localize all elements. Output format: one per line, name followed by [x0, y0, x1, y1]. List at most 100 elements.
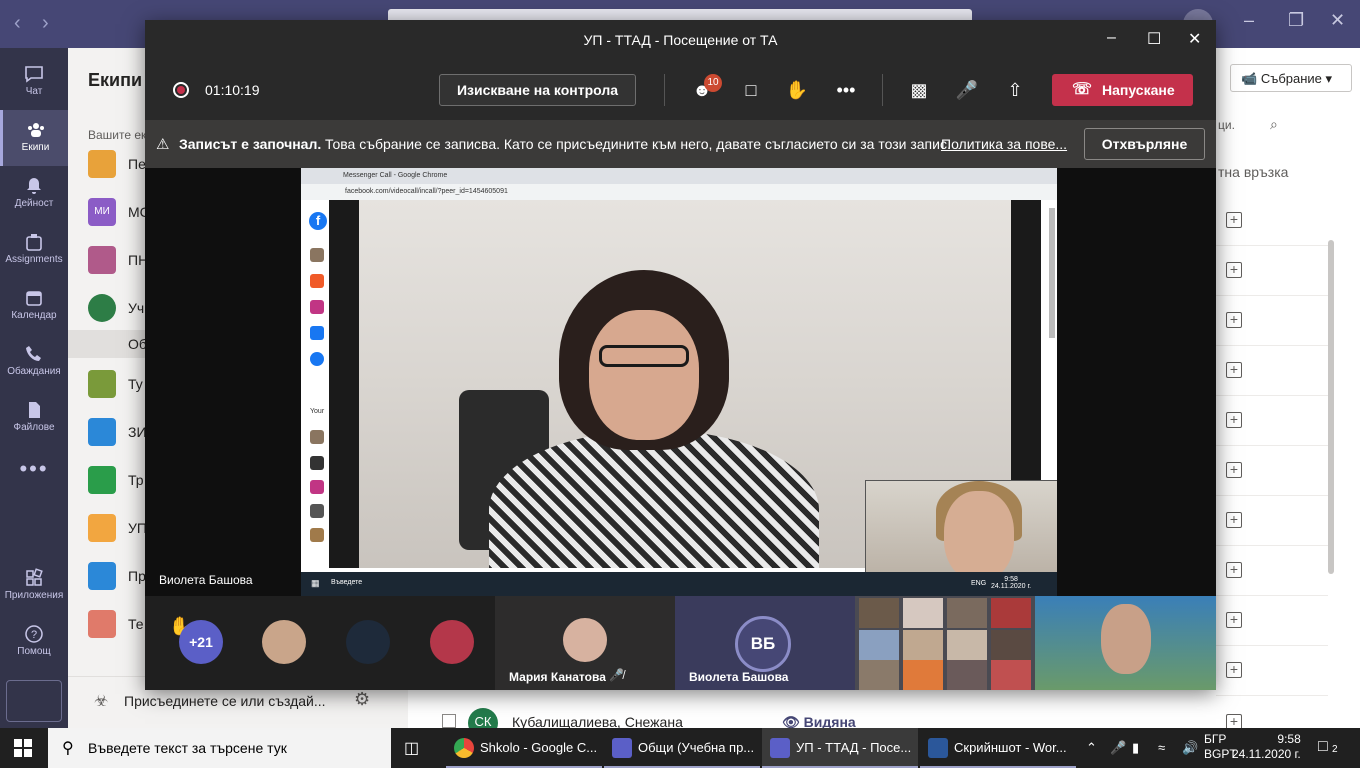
close-icon[interactable]: ✕ [1330, 10, 1345, 31]
add-icon[interactable]: + [1226, 662, 1242, 678]
recording-icon [173, 82, 189, 98]
meet-button[interactable]: 📹 Събрание ▾ [1230, 64, 1352, 92]
close-icon[interactable]: ✕ [1188, 29, 1201, 49]
wifi-icon[interactable]: ≈ [1158, 740, 1165, 755]
add-icon[interactable]: + [1226, 262, 1242, 278]
scrollbar[interactable] [1328, 240, 1334, 574]
add-icon[interactable]: + [1226, 412, 1242, 428]
minimize-icon[interactable]: – [1107, 29, 1116, 47]
meeting-title: УП - ТТАД - Посещение от ТА [583, 32, 778, 48]
maximize-icon[interactable]: ☐ [1147, 29, 1161, 49]
person-glasses [599, 345, 689, 367]
participant-tile[interactable]: ВБ Виолета Башова [675, 596, 855, 690]
banner-title: Записът е започнал. [179, 136, 322, 152]
rail-item-calendar[interactable]: Календар [0, 278, 68, 334]
taskbar-search-input[interactable]: ⚲ Въведете текст за търсене тук [48, 728, 391, 768]
add-icon[interactable]: + [1226, 362, 1242, 378]
rail-item-calls[interactable]: Обаждания [0, 334, 68, 390]
raise-hand-icon[interactable]: ✋ [785, 78, 809, 102]
rail-label: Assignments [5, 254, 63, 265]
groups-icon [310, 352, 324, 366]
participant-avatar[interactable] [346, 620, 390, 664]
mobile-device-icon[interactable] [6, 680, 62, 722]
participant-video-grid[interactable] [855, 596, 1035, 690]
add-icon[interactable]: + [1226, 562, 1242, 578]
rail-item-assignments[interactable]: Assignments [0, 222, 68, 278]
add-icon[interactable]: + [1226, 512, 1242, 528]
more-participants-button[interactable]: +21 [179, 620, 223, 664]
rail-label: Календар [11, 310, 57, 321]
add-icon[interactable]: + [1226, 612, 1242, 628]
microphone-icon[interactable]: 🎤 [955, 78, 979, 102]
chrome-icon [454, 738, 474, 758]
add-icon[interactable]: + [1226, 212, 1242, 228]
share-screen-icon[interactable]: ⇧ [1003, 78, 1027, 102]
taskbar-app-chrome[interactable]: Shkolo - Google C... [446, 728, 602, 768]
leave-label: Напускане [1102, 82, 1175, 98]
decline-button[interactable]: Отхвърляне [1084, 128, 1205, 160]
video-thumbnail [947, 660, 987, 690]
rail-label: Приложения [4, 590, 64, 601]
chevron-up-icon[interactable]: ⌃ [1086, 740, 1097, 756]
battery-icon[interactable]: ▮ [1132, 740, 1139, 756]
notifications-icon[interactable]: □ 2 [1318, 738, 1338, 756]
recording-banner: ⚠ Записът е започнал. Това събрание се з… [145, 120, 1216, 168]
search-hint: ци. [1218, 118, 1235, 132]
row-checkbox[interactable] [442, 714, 456, 728]
hangup-icon: ☏ [1072, 81, 1093, 98]
rail-label: Помощ [17, 646, 51, 657]
taskbar-app-teams-meeting[interactable]: УП - ТТАД - Посе... [762, 728, 918, 768]
meet-button-label: Събрание [1260, 71, 1322, 86]
rail-item-more[interactable]: ••• [0, 448, 68, 504]
add-icon[interactable]: + [1226, 462, 1242, 478]
shared-search-text: Въведете [331, 579, 363, 586]
add-icon[interactable]: + [1226, 312, 1242, 328]
video-thumbnail [991, 630, 1031, 660]
restore-icon[interactable]: ❐ [1288, 10, 1304, 31]
rail-item-teams[interactable]: Екипи [0, 110, 68, 166]
list-item: + [1216, 596, 1328, 646]
join-label: Присъединете се или създай... [124, 693, 326, 709]
back-arrow-icon[interactable]: ‹ [14, 12, 21, 35]
request-control-button[interactable]: Изискване на контрола [439, 74, 636, 106]
rail-item-files[interactable]: Файлове [0, 390, 68, 446]
sidebar-heading: Your [310, 408, 325, 415]
search-placeholder: Въведете текст за търсене тук [88, 740, 287, 756]
participant-tile[interactable]: Мария Канатова 🎤̸ [495, 596, 675, 690]
microphone-icon[interactable]: 🎤 [1110, 740, 1126, 756]
more-options-icon[interactable]: ••• [834, 78, 858, 102]
team-label: Уч [128, 300, 145, 316]
list-item: + [1216, 646, 1328, 696]
search-icon: ⚲ [62, 740, 74, 757]
team-avatar-icon [88, 514, 116, 542]
taskbar-clock[interactable]: 9:58 24.11.2020 г. [1232, 732, 1301, 762]
rail-item-activity[interactable]: Дейност [0, 166, 68, 222]
rail-item-apps[interactable]: Приложения [0, 558, 68, 614]
toolbar-divider [664, 74, 665, 106]
camera-icon[interactable]: ▩ [907, 78, 931, 102]
forward-arrow-icon[interactable]: › [42, 12, 49, 35]
video-thumbnail [903, 630, 943, 660]
rail-item-chat[interactable]: Чат [0, 54, 68, 110]
search-icon[interactable]: ⌕ [1270, 116, 1278, 133]
taskbar-app-teams-general[interactable]: Общи (Учебна пр... [604, 728, 760, 768]
windows-start-icon[interactable] [14, 739, 32, 757]
video-thumbnail [903, 660, 943, 690]
flag-icon [310, 274, 324, 288]
participant-avatar[interactable] [430, 620, 474, 664]
chat-icon[interactable]: □ [739, 78, 763, 102]
privacy-policy-link[interactable]: Политика за пове... [941, 136, 1067, 152]
minimize-icon[interactable]: – [1244, 10, 1254, 31]
volume-icon[interactable]: 🔊 [1182, 740, 1198, 756]
meeting-timer: 01:10:19 [205, 82, 260, 98]
gear-icon[interactable]: ⚙ [354, 689, 370, 710]
leave-button[interactable]: ☏ Напускане [1052, 74, 1193, 106]
shared-clock: 9:58 24.11.2020 г. [991, 576, 1031, 590]
task-view-icon[interactable]: ◫ [404, 738, 419, 758]
taskbar-app-word[interactable]: Скрийншот - Wor... [920, 728, 1076, 768]
participant-avatar[interactable] [262, 620, 306, 664]
facebook-sidebar: f Your [301, 200, 329, 580]
team-label: ЗИ [128, 424, 147, 440]
participant-video[interactable] [1035, 596, 1216, 690]
rail-item-help[interactable]: ? Помощ [0, 614, 68, 670]
